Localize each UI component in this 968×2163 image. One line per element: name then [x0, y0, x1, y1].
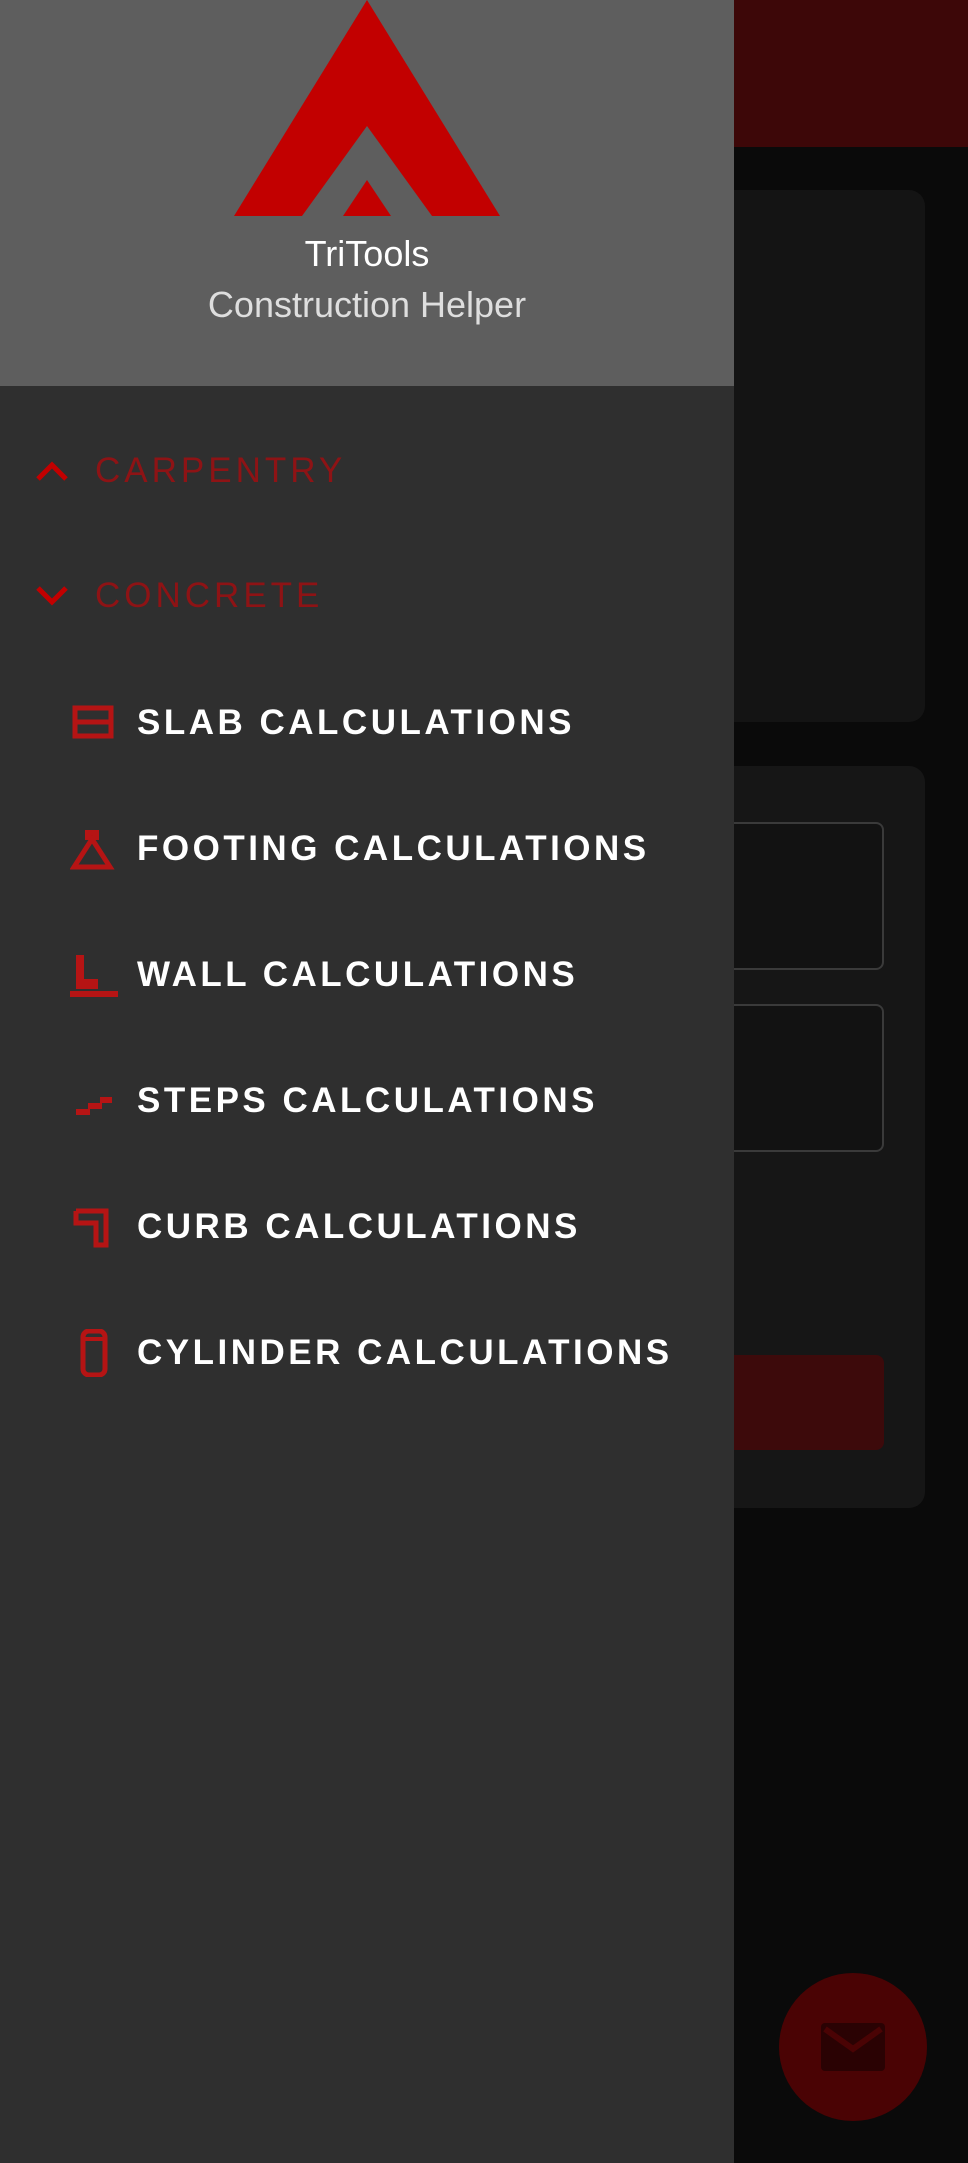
info-card	[734, 190, 925, 722]
cylinder-icon	[80, 1329, 108, 1377]
footing-icon	[70, 830, 115, 870]
steps-icon	[76, 1097, 112, 1115]
app-bar	[734, 0, 968, 147]
nav-item-label: CYLINDER CALCULATIONS	[137, 1333, 673, 1372]
email-fab[interactable]	[779, 1973, 927, 2121]
nav-group-label: CONCRETE	[95, 576, 324, 615]
slab-icon	[72, 705, 114, 739]
nav-item-steps[interactable]: STEPS CALCULATIONS	[0, 1051, 734, 1151]
drawer-header: TriTools Construction Helper	[0, 0, 734, 386]
tritools-logo	[234, 0, 500, 216]
nav-item-cylinder[interactable]: CYLINDER CALCULATIONS	[0, 1303, 734, 1403]
nav-item-wall[interactable]: WALL CALCULATIONS	[0, 925, 734, 1025]
calculate-button[interactable]	[734, 1355, 884, 1450]
input-field-1[interactable]	[734, 822, 884, 970]
nav-group-carpentry[interactable]: CARPENTRY	[0, 421, 734, 521]
nav-group-label: CARPENTRY	[95, 451, 347, 490]
nav-item-label: CURB CALCULATIONS	[137, 1207, 581, 1246]
chevron-down-icon	[36, 586, 68, 606]
app-name: TriTools	[304, 233, 430, 274]
mail-icon	[821, 2023, 885, 2071]
nav-item-label: STEPS CALCULATIONS	[137, 1081, 598, 1120]
nav-item-label: SLAB CALCULATIONS	[137, 703, 575, 742]
navigation-drawer: TriTools Construction Helper CARPENTRY C…	[0, 0, 734, 2163]
wall-icon	[70, 955, 118, 997]
chevron-up-icon	[36, 461, 68, 481]
input-field-2[interactable]	[734, 1004, 884, 1152]
nav-item-slab[interactable]: SLAB CALCULATIONS	[0, 673, 734, 773]
nav-item-curb[interactable]: CURB CALCULATIONS	[0, 1177, 734, 1277]
app-subtitle: Construction Helper	[207, 284, 527, 325]
curb-icon	[73, 1208, 109, 1248]
nav-item-footing[interactable]: FOOTING CALCULATIONS	[0, 799, 734, 899]
nav-group-concrete[interactable]: CONCRETE	[0, 546, 734, 646]
nav-item-label: FOOTING CALCULATIONS	[137, 829, 650, 868]
nav-item-label: WALL CALCULATIONS	[137, 955, 579, 994]
